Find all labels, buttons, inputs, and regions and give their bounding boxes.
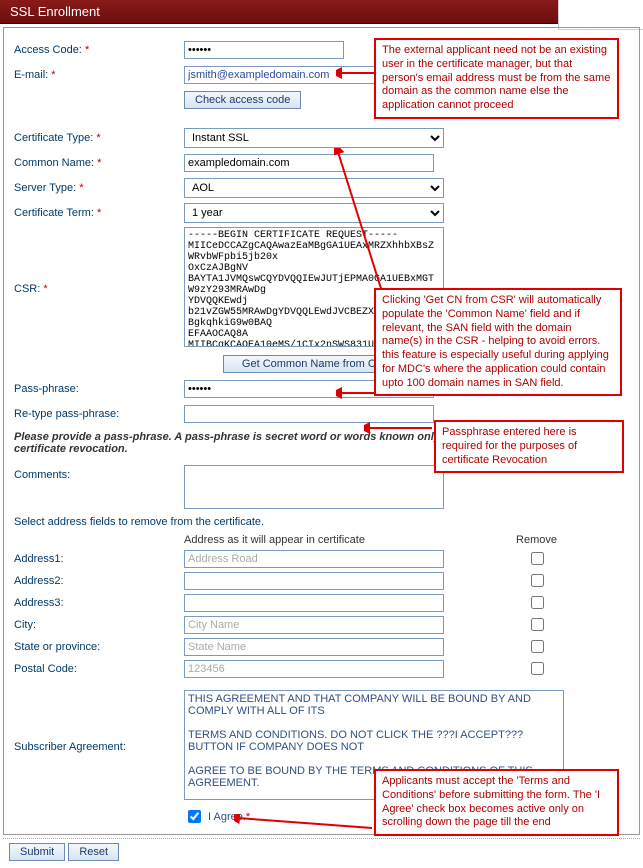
server-type-select[interactable]: AOL xyxy=(184,178,444,198)
comments-label: Comments: xyxy=(14,465,184,481)
address-header: Address as it will appear in certificate… xyxy=(14,534,629,546)
common-name-input[interactable] xyxy=(184,154,434,172)
postal-remove-checkbox[interactable] xyxy=(531,662,544,675)
enrollment-form: Access Code: * E-mail: * Check access co… xyxy=(3,27,640,835)
address3-remove-checkbox[interactable] xyxy=(531,596,544,609)
address2-input[interactable] xyxy=(184,572,444,590)
address3-label: Address3: xyxy=(14,597,184,609)
page-header: SSL Enrollment xyxy=(0,0,643,24)
postal-input[interactable] xyxy=(184,660,444,678)
check-access-button[interactable]: Check access code xyxy=(184,91,301,109)
repassphrase-label: Re-type pass-phrase: xyxy=(14,408,184,420)
state-input[interactable] xyxy=(184,638,444,656)
state-remove-checkbox[interactable] xyxy=(531,640,544,653)
csr-label: CSR: * xyxy=(14,283,184,295)
blank-pane xyxy=(558,0,643,30)
address1-input[interactable] xyxy=(184,550,444,568)
cert-term-select[interactable]: 1 year xyxy=(184,203,444,223)
address-header-col3: Remove xyxy=(444,534,629,546)
reset-button[interactable]: Reset xyxy=(68,843,119,861)
iagree-checkbox[interactable] xyxy=(188,810,201,823)
address-header-col2: Address as it will appear in certificate xyxy=(184,534,444,546)
cert-type-select[interactable]: Instant SSL xyxy=(184,128,444,148)
city-label: City: xyxy=(14,619,184,631)
page-title: SSL Enrollment xyxy=(10,4,100,19)
cert-term-label: Certificate Term: * xyxy=(14,207,184,219)
state-label: State or province: xyxy=(14,641,184,653)
postal-label: Postal Code: xyxy=(14,663,184,675)
passphrase-label: Pass-phrase: xyxy=(14,383,184,395)
address2-remove-checkbox[interactable] xyxy=(531,574,544,587)
address3-input[interactable] xyxy=(184,594,444,612)
callout-pass: Passphrase entered here is required for … xyxy=(434,420,624,473)
footer: Submit Reset xyxy=(3,838,640,865)
access-code-label: Access Code: * xyxy=(14,44,184,56)
common-name-label: Common Name: * xyxy=(14,157,184,169)
repassphrase-input[interactable] xyxy=(184,405,434,423)
callout-csr: Clicking 'Get CN from CSR' will automati… xyxy=(374,288,622,396)
comments-textarea[interactable] xyxy=(184,465,444,509)
iagree-label: I Agree.* xyxy=(208,811,250,823)
server-type-label: Server Type: * xyxy=(14,182,184,194)
city-input[interactable] xyxy=(184,616,444,634)
cert-type-label: Certificate Type: * xyxy=(14,132,184,144)
address1-label: Address1: xyxy=(14,553,184,565)
callout-iagree: Applicants must accept the 'Terms and Co… xyxy=(374,769,619,836)
address2-label: Address2: xyxy=(14,575,184,587)
submit-button[interactable]: Submit xyxy=(9,843,65,861)
address-section-note: Select address fields to remove from the… xyxy=(14,516,629,528)
email-label: E-mail: * xyxy=(14,69,184,81)
access-code-input[interactable] xyxy=(184,41,344,59)
callout-email: The external applicant need not be an ex… xyxy=(374,38,619,119)
city-remove-checkbox[interactable] xyxy=(531,618,544,631)
address1-remove-checkbox[interactable] xyxy=(531,552,544,565)
agreement-label: Subscriber Agreement: xyxy=(14,741,184,753)
